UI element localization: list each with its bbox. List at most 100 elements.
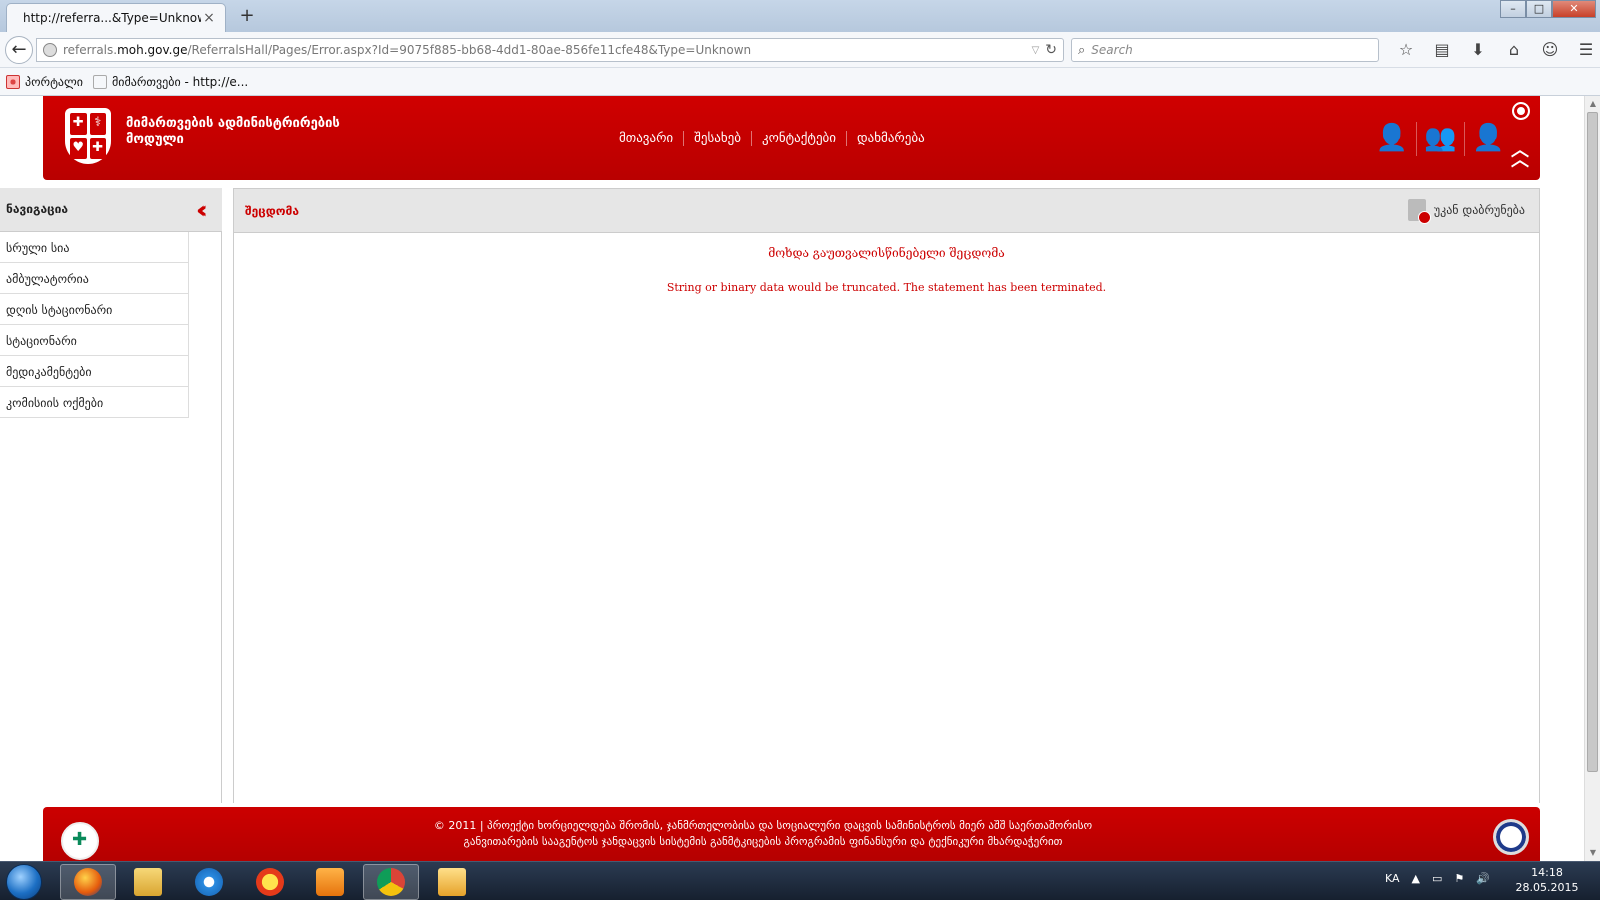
sidebar-item-day-hospital[interactable]: დღის სტაციონარი: [0, 294, 189, 325]
main-content: შეცდომა უკან დაბრუნება მოხდა გაუთვალისწი…: [233, 188, 1540, 803]
brand-line-2: მოდული: [126, 132, 184, 147]
url-text[interactable]: referrals.moh.gov.ge/ReferralsHall/Pages…: [63, 43, 1026, 57]
collapse-header-icon[interactable]: ︿ ︿: [1509, 142, 1531, 170]
toolbar-icons: ☆ ▤ ⬇ ⌂ ☺ ☰: [1388, 38, 1600, 62]
go-back-button[interactable]: უკან დაბრუნება: [1407, 199, 1525, 224]
start-button[interactable]: [6, 864, 42, 900]
site-identity-icon[interactable]: [43, 43, 57, 57]
go-back-label: უკან დაბრუნება: [1433, 203, 1525, 217]
bookmark-label: მიმართვები - http://e...: [112, 74, 249, 89]
content-header: შეცდომა უკან დაბრუნება: [234, 189, 1539, 233]
volume-icon[interactable]: 🔊: [1476, 872, 1490, 885]
browser-nav-bar: ← referrals.moh.gov.ge/ReferralsHall/Pag…: [0, 32, 1600, 68]
1c-icon: [256, 868, 284, 896]
sidebar-list: სრული სია ამბულატორია დღის სტაციონარი სტ…: [0, 232, 189, 418]
site-header: ✚ ⚕ ♥ ✚ მიმართვების ადმინისტრირების მოდული …: [43, 96, 1540, 180]
ministry-logo[interactable]: ✚ ⚕ ♥ ✚: [65, 108, 111, 164]
sidebar: ნავიგაცია ‹‹ სრული სია ამბულატორია დღის …: [0, 188, 222, 803]
footer-line-2: განვითარების სააგენტოს ჯანდაცვის სისტემი…: [463, 835, 1063, 848]
windows-taskbar: KA ▲ ▭ ⚑ 🔊 14:18 28.05.2015: [0, 861, 1600, 900]
browser-tab-bar: http://referra...&Type=Unknown × + – □ ✕: [0, 0, 1600, 32]
taskbar-1c[interactable]: [242, 864, 298, 900]
usaid-logo: [1493, 819, 1529, 855]
nav-about[interactable]: შესახებ: [683, 131, 751, 146]
url-dropdown-icon[interactable]: ▽: [1032, 45, 1040, 56]
show-hidden-icons-icon[interactable]: ▲: [1412, 872, 1420, 885]
top-navigation: მთავარი შესახებ კონტაქტები დახმარება: [609, 131, 935, 146]
search-bar[interactable]: ⌕ Search: [1071, 38, 1379, 62]
brand-line-1: მიმართვების ადმინისტრირების: [126, 116, 340, 131]
clock-date: 28.05.2015: [1515, 881, 1579, 894]
firefox-icon: [74, 868, 102, 896]
user-list-icon[interactable]: 👥: [1416, 122, 1464, 156]
nav-contacts[interactable]: კონტაქტები: [751, 131, 846, 146]
sidebar-item-commission-protocols[interactable]: კომისიის ოქმები: [0, 387, 189, 418]
scroll-up-icon[interactable]: ▲: [1585, 96, 1600, 112]
site-brand: მიმართვების ადმინისტრირების მოდული: [126, 116, 346, 148]
sidebar-item-medications[interactable]: მედიკამენტები: [0, 356, 189, 387]
footer-text: © 2011 | პროექტი ხორციელდება შრომის, ჯან…: [343, 818, 1183, 850]
new-tab-button[interactable]: +: [236, 5, 258, 27]
chrome-icon: [377, 868, 405, 896]
back-button[interactable]: ←: [5, 36, 33, 64]
sidebar-header: ნავიგაცია ‹‹: [0, 188, 222, 232]
chat-icon[interactable]: ☺: [1532, 38, 1568, 62]
system-tray: KA ▲ ▭ ⚑ 🔊: [1385, 872, 1502, 885]
footer-logo: [61, 822, 99, 860]
sidebar-title: ნავიგაცია: [6, 202, 68, 216]
url-bar[interactable]: referrals.moh.gov.ge/ReferralsHall/Pages…: [36, 38, 1064, 62]
internet-explorer-icon: [195, 868, 223, 896]
language-indicator[interactable]: KA: [1385, 872, 1400, 885]
taskbar-ie[interactable]: [181, 864, 237, 900]
vertical-scrollbar[interactable]: ▲ ▼: [1584, 96, 1600, 861]
bookmark-label: პორტალი: [25, 74, 84, 89]
taskbar-explorer[interactable]: [120, 864, 176, 900]
system-clock[interactable]: 14:18 28.05.2015: [1512, 865, 1582, 895]
action-center-flag-icon[interactable]: ⚑: [1454, 872, 1464, 885]
taskbar-chrome[interactable]: [363, 864, 419, 900]
portal-favicon-icon: [6, 74, 20, 89]
footer-line-1: © 2011 | პროექტი ხორციელდება შრომის, ჯან…: [433, 819, 1093, 832]
menu-icon[interactable]: ☰: [1568, 38, 1600, 62]
language-globe-icon[interactable]: [1512, 102, 1530, 120]
site-footer: © 2011 | პროექტი ხორციელდება შრომის, ჯან…: [43, 807, 1540, 861]
close-window-button[interactable]: ✕: [1552, 0, 1596, 18]
clock-time: 14:18: [1531, 866, 1563, 879]
back-arrow-icon: ←: [11, 39, 27, 60]
mail-icon: [438, 868, 466, 896]
search-icon: ⌕: [1078, 42, 1086, 58]
user-icon[interactable]: 👤: [1368, 122, 1416, 156]
web-page: ✚ ⚕ ♥ ✚ მიმართვების ადმინისტრირების მოდული …: [0, 96, 1584, 861]
taskbar-firefox[interactable]: [60, 864, 116, 900]
nav-help[interactable]: დახმარება: [846, 131, 935, 146]
sidebar-item-ambulatory[interactable]: ამბულატორია: [0, 263, 189, 294]
sidebar-item-full-list[interactable]: სრული სია: [0, 232, 189, 263]
scroll-down-icon[interactable]: ▼: [1585, 845, 1600, 861]
browser-tab[interactable]: http://referra...&Type=Unknown ×: [6, 3, 226, 32]
taskbar-media-player[interactable]: [302, 864, 358, 900]
downloads-icon[interactable]: ⬇: [1460, 38, 1496, 62]
maximize-button[interactable]: □: [1526, 0, 1552, 18]
page-title: შეცდომა: [245, 204, 300, 218]
reload-icon[interactable]: ↻: [1045, 42, 1057, 58]
nav-home[interactable]: მთავარი: [609, 131, 683, 146]
error-title: მოხდა გაუთვალისწინებელი შეცდომა: [768, 246, 1005, 260]
window-controls: – □ ✕: [1500, 0, 1596, 18]
sidebar-item-hospital[interactable]: სტაციონარი: [0, 325, 189, 356]
tab-title: http://referra...&Type=Unknown: [23, 11, 201, 25]
search-placeholder: Search: [1091, 43, 1133, 57]
minimize-button[interactable]: –: [1500, 0, 1526, 18]
bookmark-portal[interactable]: პორტალი: [6, 74, 84, 89]
home-icon[interactable]: ⌂: [1496, 38, 1532, 62]
collapse-sidebar-icon[interactable]: ‹‹: [196, 196, 207, 224]
scrollbar-thumb[interactable]: [1587, 112, 1598, 772]
bookmark-star-icon[interactable]: ☆: [1388, 38, 1424, 62]
reading-list-icon[interactable]: ▤: [1424, 38, 1460, 62]
page-favicon-icon: [93, 74, 108, 89]
document-back-icon: [1407, 199, 1431, 224]
bookmark-referrals[interactable]: მიმართვები - http://e...: [93, 74, 249, 89]
network-icon[interactable]: ▭: [1432, 872, 1442, 885]
tab-close-icon[interactable]: ×: [201, 10, 217, 26]
user-logout-icon[interactable]: 👤: [1464, 122, 1512, 156]
taskbar-mail[interactable]: [424, 864, 480, 900]
